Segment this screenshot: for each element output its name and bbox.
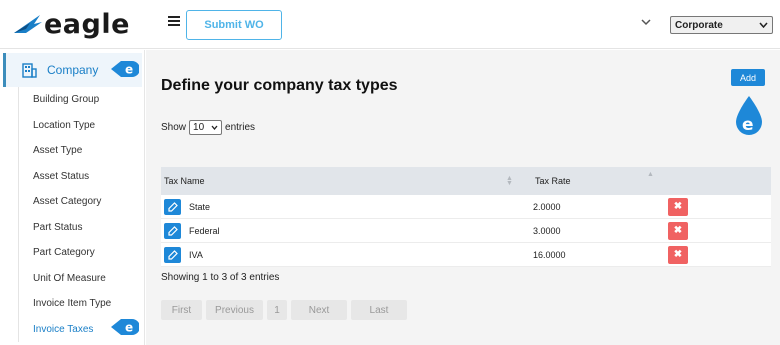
sidebar-item-label: Invoice Taxes — [33, 323, 94, 335]
sidebar-item-part-status[interactable]: Part Status — [19, 215, 143, 241]
sidebar-item-asset-category[interactable]: Asset Category — [19, 189, 143, 215]
svg-text:e: e — [125, 63, 133, 77]
sidebar-item-building-group[interactable]: Building Group — [19, 87, 143, 113]
tax-name-cell: State — [189, 201, 211, 212]
eagle-e-badge-icon: e — [111, 319, 139, 335]
sidebar-item-label: Invoice Item Type — [33, 298, 112, 310]
tax-name-cell: IVA — [189, 249, 203, 260]
sidebar-item-label: Part Category — [33, 247, 95, 259]
page-length-value: 10 — [193, 122, 205, 133]
show-label: Show — [161, 122, 187, 133]
pagination: First Previous 1 Next Last — [161, 300, 411, 320]
sidebar-item-asset-status[interactable]: Asset Status — [19, 164, 143, 190]
sidebar-item-label: Building Group — [33, 94, 100, 106]
submit-wo-button[interactable]: Submit WO — [186, 10, 282, 40]
tax-rate-cell: 16.0000 — [533, 249, 566, 260]
table-info: Showing 1 to 3 of 3 entries — [161, 272, 280, 283]
select-caret-icon — [759, 22, 768, 28]
eagle-wing-icon — [14, 15, 42, 33]
eagle-logo[interactable]: eagle — [12, 8, 130, 40]
add-button[interactable]: Add — [731, 69, 765, 86]
pagination-next[interactable]: Next — [291, 300, 347, 320]
tax-rate-cell: 2.0000 — [533, 201, 561, 212]
table-row: Federal 3.0000 ✖ — [161, 219, 771, 243]
company-select[interactable]: Corporate — [670, 16, 773, 34]
top-header: eagle Submit WO Corporate — [0, 0, 780, 49]
delete-button[interactable]: ✖ — [668, 221, 688, 240]
column-header-label: Tax Name — [164, 176, 205, 186]
eagle-drop-icon: e — [736, 96, 762, 135]
delete-button[interactable]: ✖ — [668, 197, 688, 216]
sidebar-item-label: Asset Status — [33, 170, 90, 182]
sidebar-item-asset-type[interactable]: Asset Type — [19, 138, 143, 164]
building-icon — [22, 62, 37, 78]
close-icon: ✖ — [673, 201, 683, 212]
tax-rate-cell: 3.0000 — [533, 225, 561, 236]
sidebar-item-label: Asset Category — [33, 196, 102, 208]
tax-name-cell: Federal — [189, 225, 220, 236]
entries-label: entries — [225, 122, 256, 133]
delete-button[interactable]: ✖ — [668, 245, 688, 264]
edit-button[interactable] — [164, 198, 181, 215]
pagination-page-1[interactable]: 1 — [267, 300, 287, 320]
sidebar: Company e Building Group Location Type A… — [0, 50, 145, 345]
close-icon: ✖ — [673, 249, 683, 260]
sidebar-item-location-type[interactable]: Location Type — [19, 113, 143, 139]
sidebar-item-part-category[interactable]: Part Category — [19, 240, 143, 266]
sidebar-item-invoice-item-type[interactable]: Invoice Item Type — [19, 291, 143, 317]
table-row: IVA 16.0000 ✖ — [161, 243, 771, 267]
main-content: Define your company tax types Add e Show… — [146, 50, 780, 345]
table-row: State 2.0000 ✖ — [161, 195, 771, 219]
sidebar-item-label: Location Type — [33, 119, 96, 131]
sort-both-icon: ▲ ▼ — [506, 175, 513, 187]
table-header: Tax Name ▲ ▼ Tax Rate ▲ — [161, 167, 771, 195]
menu-toggle-icon[interactable] — [168, 16, 180, 30]
sidebar-item-label: Part Status — [33, 221, 83, 233]
chevron-down-icon[interactable] — [641, 17, 653, 29]
edit-icon — [167, 225, 178, 236]
column-header-tax-name[interactable]: Tax Name ▲ ▼ — [161, 175, 516, 187]
page-title: Define your company tax types — [161, 77, 398, 94]
eagle-e-badge-icon: e — [111, 61, 139, 77]
edit-icon — [167, 201, 178, 212]
pagination-previous[interactable]: Previous — [206, 300, 263, 320]
sort-asc-icon: ▲ — [647, 171, 654, 178]
svg-text:e: e — [125, 321, 133, 335]
column-header-label: Tax Rate — [535, 176, 571, 186]
column-header-tax-rate[interactable]: Tax Rate ▲ — [516, 171, 666, 186]
pagination-last[interactable]: Last — [351, 300, 407, 320]
sidebar-item-label: Asset Type — [33, 145, 83, 157]
select-caret-icon — [211, 125, 218, 130]
sidebar-item-unit-of-measure[interactable]: Unit Of Measure — [19, 266, 143, 292]
pagination-first[interactable]: First — [161, 300, 202, 320]
close-icon: ✖ — [673, 225, 683, 236]
logo-text: eagle — [44, 8, 130, 40]
company-select-value: Corporate — [675, 19, 723, 31]
edit-button[interactable] — [164, 246, 181, 263]
page-length-select[interactable]: 10 — [189, 120, 223, 135]
svg-text:e: e — [742, 115, 754, 135]
sidebar-submenu: Building Group Location Type Asset Type … — [18, 87, 143, 342]
sidebar-item-label: Unit Of Measure — [33, 272, 106, 284]
page-length-control: Show 10 entries — [161, 120, 255, 135]
tax-types-table: Tax Name ▲ ▼ Tax Rate ▲ State 2.0000 ✖ Fe… — [161, 167, 771, 267]
sidebar-section-label: Company — [47, 63, 99, 77]
edit-button[interactable] — [164, 222, 181, 239]
edit-icon — [167, 249, 178, 260]
